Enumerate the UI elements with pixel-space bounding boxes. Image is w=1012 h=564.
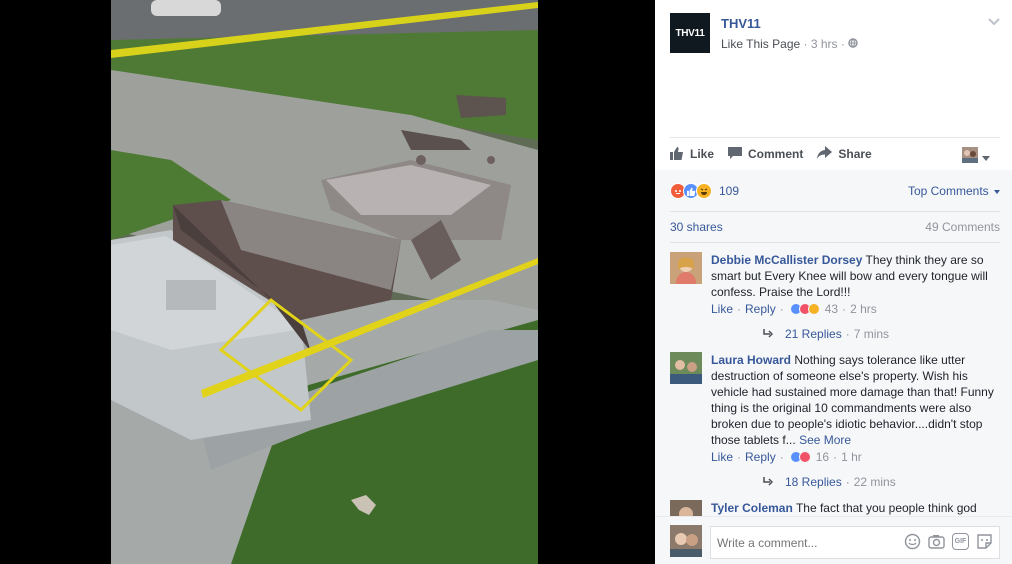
commenter-avatar[interactable] (670, 352, 702, 384)
comment-label: Comment (748, 147, 804, 161)
comment-like-link[interactable]: Like (711, 450, 733, 464)
photo-viewer (0, 0, 655, 564)
composer-tools: GIF (904, 532, 993, 553)
top-comments-dropdown[interactable]: Top Comments (908, 184, 1000, 198)
commenter-name[interactable]: Debbie McCallister Dorsey (711, 253, 862, 267)
comment-body: Laura Howard Nothing says tolerance like… (711, 352, 1000, 448)
reactions-summary: 109 Top Comments (670, 180, 1000, 202)
comment-actions: Like · Reply · 16 · 1 hr (711, 450, 862, 464)
post-time[interactable]: 3 hrs (811, 37, 838, 51)
comment-reaction-icons[interactable] (789, 303, 820, 315)
comment-button[interactable]: Comment (728, 146, 803, 162)
commenter-name[interactable]: Laura Howard (711, 353, 791, 367)
reply-arrow-icon (763, 475, 774, 489)
page-avatar[interactable]: THV11 (670, 13, 710, 53)
share-button[interactable]: Share (817, 146, 872, 162)
comment-input[interactable] (717, 535, 904, 550)
share-label: Share (838, 147, 872, 161)
page-logo-text: THV11 (675, 27, 705, 39)
comment-item: Debbie McCallister Dorsey They think the… (655, 244, 1012, 344)
thumbs-up-icon (670, 146, 690, 163)
replies-time: 7 mins (853, 327, 890, 341)
like-button[interactable]: Like (670, 146, 714, 163)
meta-separator: · (803, 37, 808, 51)
shares-count[interactable]: 30 shares (670, 220, 723, 234)
photo-image (111, 0, 538, 564)
comment-reply-link[interactable]: Reply (745, 302, 776, 316)
camera-icon[interactable] (928, 533, 945, 553)
comment-composer: GIF (655, 516, 1012, 564)
comment-text: Nothing says tolerance like utter destru… (711, 353, 994, 447)
page-name-link[interactable]: THV11 (721, 16, 761, 31)
replies-time: 22 mins (853, 475, 896, 489)
caret-down-icon (982, 150, 990, 164)
view-replies[interactable]: 21 Replies · 7 mins (711, 316, 1000, 344)
commenter-avatar[interactable] (670, 500, 702, 516)
comment-body: Tyler Coleman The fact that you people t… (711, 500, 1000, 516)
comment-actions: Like · Reply · 43 · 2 hrs (711, 302, 877, 316)
composer-avatar (670, 525, 702, 557)
comment-reaction-count: 43 (824, 302, 839, 316)
post-header: THV11 THV11 Like This Page · 3 hrs · (670, 13, 1000, 57)
like-label: Like (690, 147, 715, 161)
haha-reaction-icon (696, 183, 712, 199)
globe-icon (848, 37, 858, 51)
emoji-icon[interactable] (904, 533, 921, 553)
comment-item: Tyler Coleman The fact that you people t… (655, 492, 1012, 516)
post-sidebar: THV11 THV11 Like This Page · 3 hrs · Lik… (655, 0, 1012, 564)
replies-count: 21 Replies (785, 327, 842, 341)
caret-down-small-icon (992, 184, 1000, 198)
post-options-chevron-icon[interactable] (988, 15, 1000, 29)
comment-time[interactable]: 1 hr (841, 450, 862, 464)
sticker-icon[interactable] (976, 533, 993, 553)
gif-icon[interactable]: GIF (952, 532, 969, 550)
comment-reaction-count: 16 (815, 450, 830, 464)
comment-item: Laura Howard Nothing says tolerance like… (655, 344, 1012, 492)
comment-reply-link[interactable]: Reply (745, 450, 776, 464)
post-as-selector[interactable] (962, 147, 990, 166)
comment-list: Debbie McCallister Dorsey They think the… (655, 244, 1012, 516)
comment-input-box[interactable]: GIF (710, 526, 1000, 559)
see-more-link[interactable]: See More (799, 433, 851, 447)
comment-like-link[interactable]: Like (711, 302, 733, 316)
comments-count[interactable]: 49 Comments (925, 220, 1000, 234)
view-replies[interactable]: 18 Replies · 22 mins (711, 464, 1000, 492)
post-as-avatar (962, 147, 978, 166)
post-photo[interactable] (111, 0, 538, 564)
commenter-avatar[interactable] (670, 252, 702, 284)
shares-comments-row: 30 shares 49 Comments (670, 211, 1000, 243)
reaction-count[interactable]: 109 (719, 184, 739, 198)
comment-text: The fact that you people think god (795, 501, 977, 515)
post-meta: Like This Page · 3 hrs · (721, 37, 858, 51)
comment-body: Debbie McCallister Dorsey They think the… (711, 252, 1000, 300)
replies-count: 18 Replies (785, 475, 842, 489)
post-actions: Like Comment Share (670, 137, 1000, 170)
reaction-icons[interactable] (670, 183, 712, 199)
top-comments-label: Top Comments (907, 184, 989, 198)
share-icon (817, 146, 838, 162)
meta-separator-2: · (840, 37, 845, 51)
comment-icon (728, 146, 748, 162)
reply-arrow-icon (763, 327, 774, 341)
commenter-name[interactable]: Tyler Coleman (711, 501, 793, 515)
comment-reaction-icons[interactable] (789, 451, 811, 463)
like-page-link[interactable]: Like This Page (721, 37, 800, 51)
comment-time[interactable]: 2 hrs (850, 302, 877, 316)
